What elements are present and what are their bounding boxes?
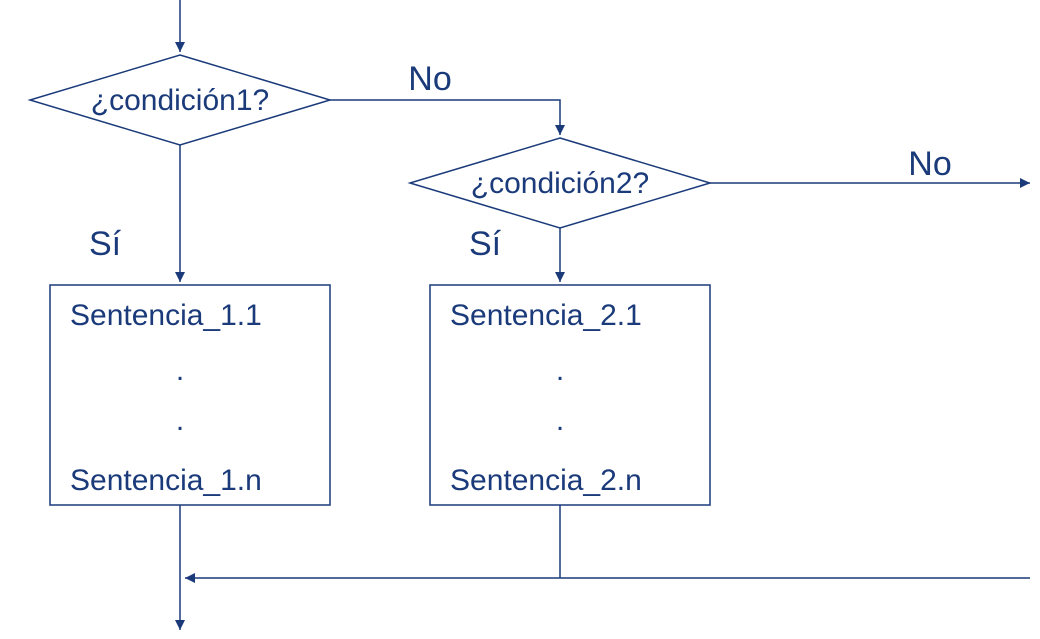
decision2: ¿condición2?	[410, 138, 710, 228]
decision1-text: ¿condición1?	[91, 84, 269, 117]
process-block1: Sentencia_1.1 . . Sentencia_1.n	[50, 285, 330, 505]
block1-dot2: .	[176, 404, 184, 437]
block1-line1: Sentencia_1.1	[70, 299, 262, 332]
decision2-text: ¿condición2?	[471, 167, 649, 200]
block1-linen: Sentencia_1.n	[70, 464, 262, 497]
decision2-yes-label: Sí	[469, 225, 502, 263]
process-block2: Sentencia_2.1 . . Sentencia_2.n	[430, 285, 710, 505]
decision1-yes-label: Sí	[89, 225, 122, 263]
decision1-no-label: No	[408, 60, 451, 98]
block2-dot1: .	[556, 354, 564, 387]
arrow-d1-no	[330, 100, 560, 135]
block2-line1: Sentencia_2.1	[450, 299, 642, 332]
decision2-no-label: No	[908, 145, 951, 183]
block2-linen: Sentencia_2.n	[450, 464, 642, 497]
block2-dot2: .	[556, 404, 564, 437]
block1-dot1: .	[176, 354, 184, 387]
flowchart-diagram: ¿condición1? No Sí ¿condición2? No Sí Se…	[0, 0, 1040, 639]
decision1: ¿condición1?	[30, 55, 330, 145]
